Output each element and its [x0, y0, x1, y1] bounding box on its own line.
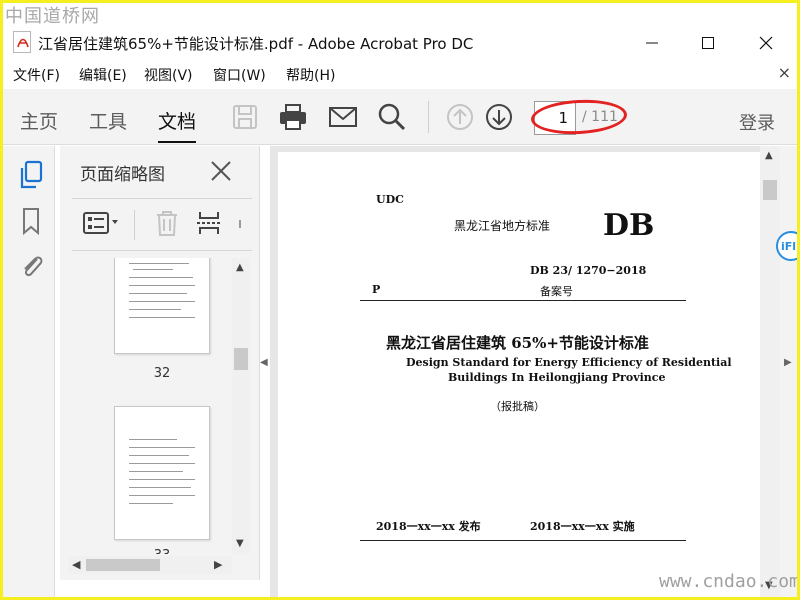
tab-document[interactable]: 文档: [158, 107, 197, 143]
login-link[interactable]: 登录: [739, 109, 775, 135]
collapse-panel-icon[interactable]: ◀: [260, 357, 268, 368]
close-document-icon[interactable]: ×: [778, 63, 791, 82]
left-navigation-rail: [3, 146, 55, 597]
close-window-button[interactable]: [743, 29, 789, 57]
scroll-up-icon[interactable]: ▲: [765, 150, 773, 161]
window-title: 江省居住建筑65%+节能设计标准.pdf - Adobe Acrobat Pro…: [38, 35, 474, 53]
divider: [134, 210, 135, 240]
thumbnail-list: 32 33: [68, 258, 232, 554]
tab-home[interactable]: 主页: [20, 107, 58, 134]
publish-date: 2018一xx一xx 发布: [376, 520, 481, 533]
scrollbar-thumb[interactable]: [763, 180, 777, 200]
menu-bar: 文件(F) 编辑(E) 视图(V) 窗口(W) 帮助(H) ×: [3, 63, 797, 87]
thumbnail-options-icon[interactable]: [82, 208, 122, 242]
menu-file[interactable]: 文件(F): [13, 65, 60, 85]
document-vertical-scrollbar[interactable]: ▲ ▼: [760, 146, 780, 597]
scrollbar-thumb[interactable]: [234, 348, 248, 370]
page-thumbnail[interactable]: [114, 258, 210, 354]
bookmark-icon[interactable]: [17, 206, 45, 236]
pdf-file-icon: [13, 31, 31, 53]
page-thumbnails-icon[interactable]: [17, 160, 45, 190]
document-title-cn: 黑龙江省居住建筑 65%+节能设计标准: [386, 334, 649, 352]
menu-edit[interactable]: 编辑(E): [79, 65, 127, 85]
db-mark: DB: [603, 208, 655, 243]
divider: [360, 540, 686, 541]
search-icon[interactable]: [376, 101, 408, 133]
attachment-icon[interactable]: [17, 250, 45, 280]
divider: [72, 250, 252, 251]
minimize-button[interactable]: [629, 29, 675, 57]
p-label: P: [372, 283, 381, 296]
thumbnail-label: 33: [114, 548, 210, 554]
top-watermark: 中国道桥网: [5, 6, 100, 27]
title-bar: 江省居住建筑65%+节能设计标准.pdf - Adobe Acrobat Pro…: [3, 27, 797, 59]
maximize-button[interactable]: [685, 29, 731, 57]
standard-code: DB 23/ 1270−2018: [530, 264, 647, 277]
more-tools-icon[interactable]: [236, 214, 246, 238]
right-pane-strip: [780, 146, 797, 597]
close-icon[interactable]: [210, 160, 232, 186]
scroll-left-icon[interactable]: ◀: [72, 558, 80, 571]
bottom-watermark: www.cndao.com: [659, 571, 797, 592]
scroll-right-icon[interactable]: ▶: [214, 558, 222, 571]
implement-date: 2018一xx一xx 实施: [530, 520, 635, 533]
next-page-icon[interactable]: [483, 101, 515, 133]
main-toolbar: 主页 工具 文档 1 / 111 登录: [3, 89, 797, 145]
menu-view[interactable]: 视图(V): [144, 65, 193, 85]
thumbnail-label: 32: [153, 366, 171, 381]
document-title-en-2: Buildings In Heilongjiang Province: [448, 371, 666, 384]
prev-page-icon[interactable]: [444, 101, 476, 133]
standard-type: 黑龙江省地方标准: [454, 219, 551, 233]
pdf-page: UDC 黑龙江省地方标准 DB DB 23/ 1270−2018 P 备案号 黑…: [278, 152, 760, 597]
delete-icon[interactable]: [152, 208, 182, 242]
udc-label: UDC: [376, 193, 404, 206]
print-icon[interactable]: [277, 101, 309, 133]
document-view: UDC 黑龙江省地方标准 DB DB 23/ 1270−2018 P 备案号 黑…: [270, 146, 760, 597]
toolbar-separator: [428, 101, 429, 133]
document-title-en-1: Design Standard for Energy Efficiency of…: [406, 356, 732, 369]
divider: [360, 300, 686, 301]
page-thumbnail[interactable]: [114, 406, 210, 540]
email-icon[interactable]: [327, 101, 359, 133]
expand-right-pane-icon[interactable]: ▶: [784, 357, 792, 368]
draft-label: （报批稿）: [490, 400, 545, 413]
scroll-up-icon[interactable]: ▲: [236, 262, 244, 273]
menu-help[interactable]: 帮助(H): [286, 65, 335, 85]
divider: [72, 198, 252, 199]
panel-title: 页面缩略图: [80, 165, 165, 185]
extract-pages-icon[interactable]: [194, 208, 224, 242]
acrobat-window: 中国道桥网 江省居住建筑65%+节能设计标准.pdf - Adobe Acrob…: [3, 3, 797, 597]
thumbnail-horizontal-scrollbar[interactable]: ◀ ▶: [68, 556, 232, 574]
thumbnail-panel: 页面缩略图 32 ▲ ▼ ◀ ▶: [60, 146, 260, 580]
thumbnail-vertical-scrollbar[interactable]: ▲ ▼: [232, 258, 250, 554]
tab-tools[interactable]: 工具: [89, 107, 127, 134]
scroll-down-icon[interactable]: ▼: [236, 538, 244, 549]
menu-window[interactable]: 窗口(W): [213, 65, 266, 85]
save-icon[interactable]: [229, 101, 261, 133]
record-label: 备案号: [540, 285, 573, 298]
scrollbar-thumb[interactable]: [86, 559, 160, 571]
